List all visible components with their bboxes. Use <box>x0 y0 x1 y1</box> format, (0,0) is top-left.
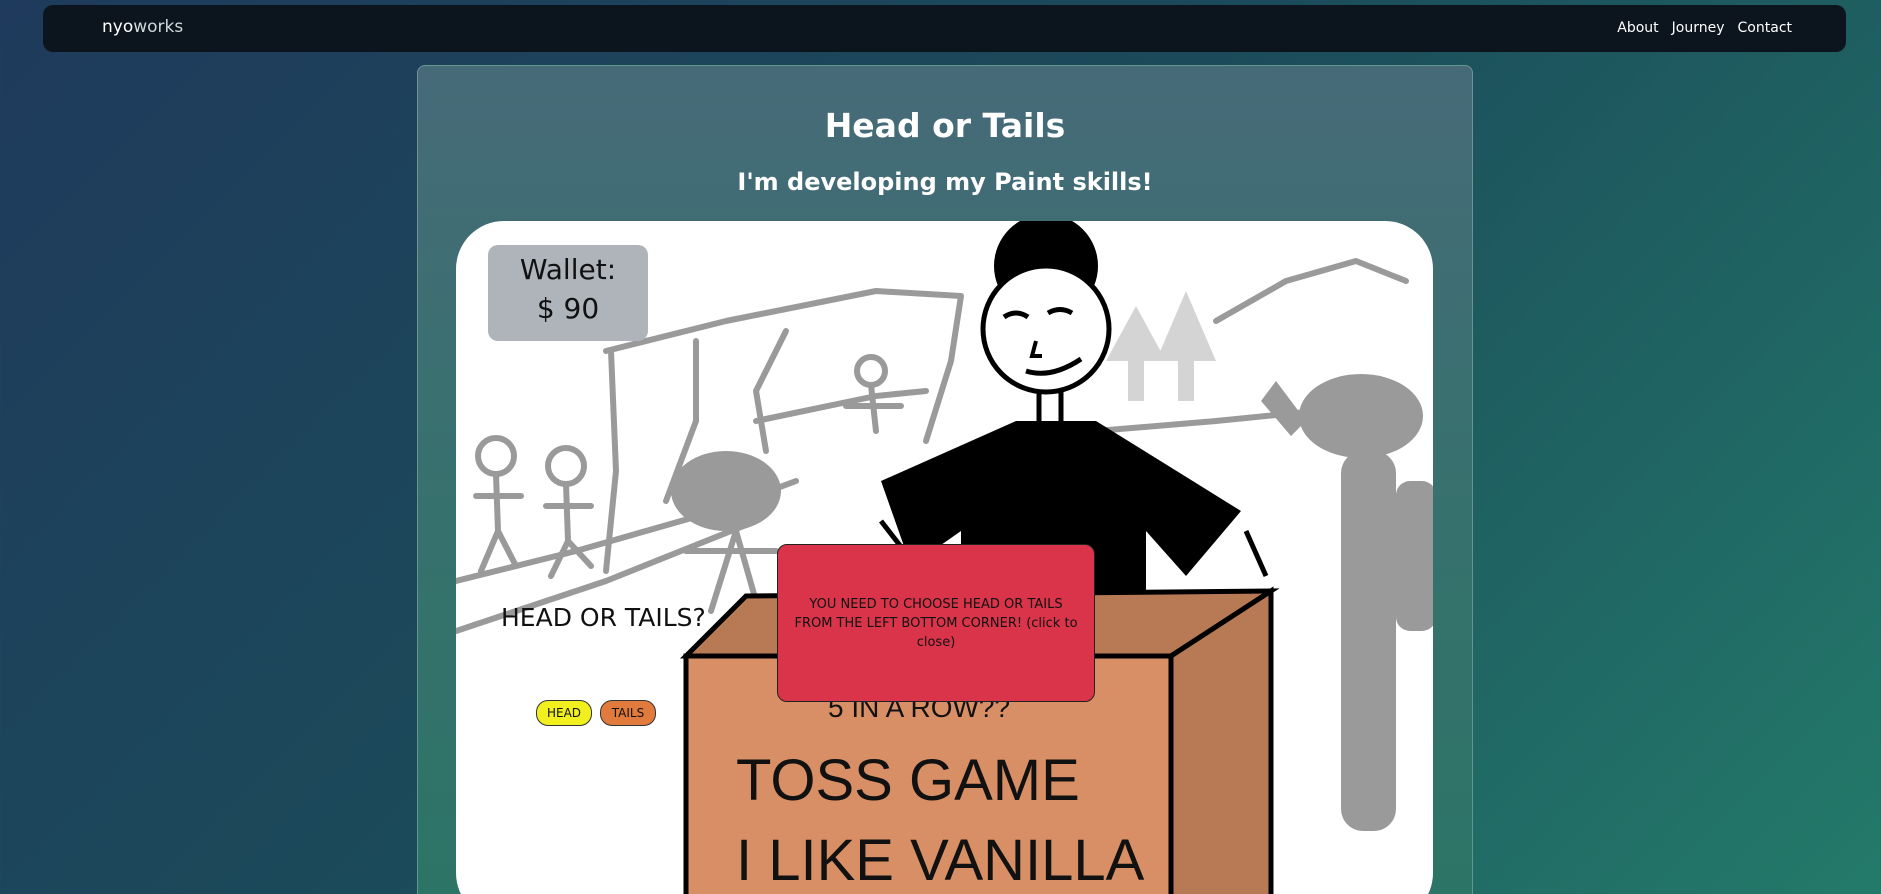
head-button[interactable]: HEAD <box>536 700 592 726</box>
tails-button[interactable]: TAILS <box>600 700 656 726</box>
choose-side-popup[interactable]: YOU NEED TO CHOOSE HEAD OR TAILS FROM TH… <box>777 544 1095 702</box>
head-or-tails-question: HEAD OR TAILS? <box>501 603 706 632</box>
wallet-value: $ 90 <box>536 292 600 325</box>
wallet-panel: Wallet: $ 90 <box>488 245 648 341</box>
page-title: Head or Tails <box>824 106 1066 145</box>
page-subtitle: I'm developing my Paint skills! <box>737 168 1153 196</box>
nav-link-journey[interactable]: Journey <box>1672 20 1725 36</box>
nav-links: About Journey Contact <box>1617 20 1792 36</box>
wallet-label: Wallet: <box>519 253 617 286</box>
brand-part-2: works <box>133 17 184 37</box>
popup-message: YOU NEED TO CHOOSE HEAD OR TAILS FROM TH… <box>794 596 1078 650</box>
brand-logo[interactable]: nyoworks <box>102 17 183 37</box>
box-text-toss-game: TOSS GAME <box>736 748 1080 813</box>
top-navbar: nyoworks About Journey Contact <box>43 5 1846 52</box>
nav-link-contact[interactable]: Contact <box>1738 20 1792 36</box>
nav-link-about[interactable]: About <box>1617 20 1658 36</box>
brand-part-1: nyo <box>102 17 134 37</box>
game-card: Head or Tails I'm developing my Paint sk… <box>417 65 1473 894</box>
box-text-vanilla: I LIKE VANILLA <box>736 828 1145 893</box>
